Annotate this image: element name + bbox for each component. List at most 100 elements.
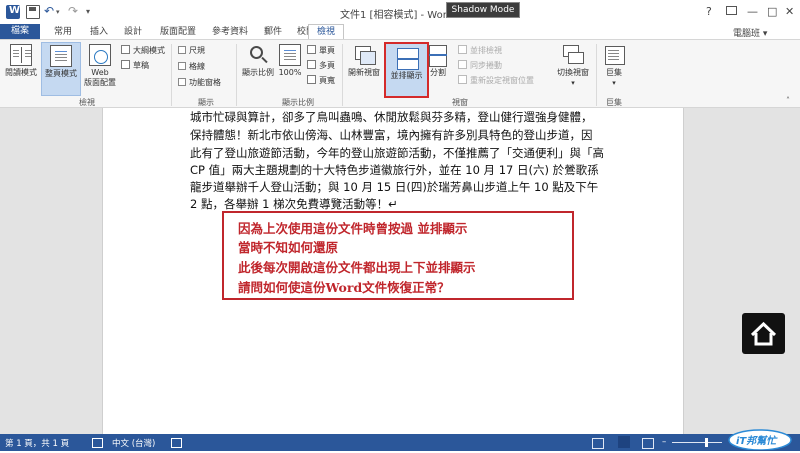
macros-label: 巨集 bbox=[606, 68, 622, 77]
proofing-icon[interactable] bbox=[92, 438, 103, 448]
group-separator bbox=[236, 44, 237, 106]
help-button[interactable]: ? bbox=[706, 5, 712, 18]
one-page-button[interactable]: 單頁 bbox=[307, 45, 335, 56]
question-callout: 因為上次使用這份文件時曾按過 並排顯示 當時不知如何還原 此後每次開啟這份文件都… bbox=[222, 211, 574, 300]
page-count[interactable]: 第 1 頁，共 1 頁 bbox=[5, 437, 69, 449]
zoom-slider-thumb[interactable] bbox=[705, 438, 708, 447]
logo-text: iT邦幫忙 bbox=[736, 436, 777, 447]
customize-qat-icon[interactable]: ▾ bbox=[86, 5, 100, 19]
zoom-out-icon[interactable]: – bbox=[662, 437, 666, 447]
read-mode-status-icon[interactable] bbox=[592, 438, 604, 449]
redo-icon[interactable]: ↷ bbox=[68, 5, 82, 19]
split-label: 分割 bbox=[430, 68, 446, 77]
it-logo: iT邦幫忙 bbox=[728, 428, 792, 451]
print-layout-button[interactable]: 整頁模式 bbox=[41, 42, 81, 96]
macros-button[interactable]: 巨集 ▾ bbox=[600, 44, 628, 88]
tab-mailings[interactable]: 郵件 bbox=[258, 25, 288, 39]
side-by-side-label: 並排檢視 bbox=[470, 46, 502, 55]
title-bar: W ↶ ▾ ↷ ▾ 文件1 [相容模式] - Word Shadow Mode … bbox=[0, 0, 800, 24]
tab-design[interactable]: 設計 bbox=[118, 25, 148, 39]
close-button[interactable]: ✕ bbox=[785, 5, 794, 18]
web-layout-label-1: Web bbox=[91, 68, 109, 77]
gridlines-checkbox[interactable]: 格線 bbox=[178, 61, 205, 72]
group-separator bbox=[171, 44, 172, 106]
tab-home[interactable]: 常用 bbox=[48, 25, 78, 39]
doc-line: 龍步道舉辦千人登山活動；與 10 月 15 日(四)於瑞芳鼻山步道上午 10 點… bbox=[190, 180, 599, 194]
one-page-label: 單頁 bbox=[319, 46, 335, 55]
doc-line: CP 值」兩大主題規劃的十大特色步道徽旅行外，並在 10 月 17 日(六) 於… bbox=[190, 163, 599, 177]
web-layout-button[interactable]: Web 版面配置 bbox=[82, 44, 118, 88]
save-icon[interactable] bbox=[26, 5, 40, 19]
outline-label: 大綱模式 bbox=[133, 46, 165, 55]
web-layout-status-icon[interactable] bbox=[642, 438, 654, 449]
tab-file[interactable]: 檔案 bbox=[0, 24, 40, 39]
language-indicator[interactable]: 中文 (台灣) bbox=[112, 437, 155, 449]
one-page-icon bbox=[307, 45, 316, 54]
arrange-all-label: 並排顯示 bbox=[390, 71, 423, 80]
outline-button[interactable]: 大綱模式 bbox=[121, 45, 165, 56]
web-layout-icon bbox=[89, 44, 111, 66]
switch-windows-dropdown-icon: ▾ bbox=[571, 79, 575, 87]
zoom-button[interactable]: 顯示比例 bbox=[240, 44, 276, 78]
multiple-pages-label: 多頁 bbox=[319, 61, 335, 70]
window-title: 文件1 [相容模式] - Word bbox=[340, 10, 454, 21]
gridlines-label: 格線 bbox=[189, 62, 205, 71]
collapse-ribbon-icon[interactable]: ˄ bbox=[786, 96, 790, 105]
ribbon-display-options-button[interactable] bbox=[726, 5, 737, 18]
ribbon-tabs: 檔案 常用 插入 設計 版面配置 參考資料 郵件 校閱 檢視 電腦班 ▾ bbox=[0, 24, 800, 40]
home-button[interactable] bbox=[742, 313, 785, 354]
maximize-button[interactable]: □ bbox=[767, 5, 777, 18]
tab-insert[interactable]: 插入 bbox=[84, 25, 114, 39]
new-window-icon bbox=[353, 44, 376, 66]
macro-record-icon[interactable] bbox=[171, 438, 182, 448]
split-button[interactable]: 分割 bbox=[426, 44, 450, 78]
nav-pane-checkbox-box bbox=[178, 78, 186, 86]
split-icon bbox=[429, 44, 447, 67]
shadow-mode-label: Shadow Mode bbox=[446, 2, 520, 18]
arrange-all-icon bbox=[396, 47, 419, 70]
sync-scroll-button[interactable]: 同步捲動 bbox=[458, 60, 502, 71]
ruler-label: 尺規 bbox=[189, 46, 205, 55]
read-mode-icon bbox=[10, 44, 32, 66]
switch-windows-icon bbox=[562, 44, 584, 66]
views-group-label: 檢視 bbox=[79, 98, 95, 107]
switch-windows-button[interactable]: 切換視窗 ▾ bbox=[552, 44, 594, 88]
group-separator bbox=[342, 44, 343, 106]
side-by-side-button[interactable]: 並排檢視 bbox=[458, 45, 502, 56]
draft-button[interactable]: 草稿 bbox=[121, 60, 149, 71]
ribbon: 閱讀模式 整頁模式 Web 版面配置 大綱模式 草稿 檢視 尺規 格線 功能窗格… bbox=[0, 39, 800, 108]
reset-window-position-label: 重新設定視窗位置 bbox=[470, 76, 534, 85]
zoom-100-icon bbox=[279, 44, 301, 66]
callout-line: 當時不知如何還原 bbox=[238, 240, 339, 255]
nav-pane-checkbox[interactable]: 功能窗格 bbox=[178, 77, 221, 88]
macros-dropdown-icon: ▾ bbox=[612, 79, 616, 87]
arrange-all-button[interactable]: 並排顯示 bbox=[384, 42, 429, 98]
tab-layout[interactable]: 版面配置 bbox=[154, 25, 202, 39]
doc-line: 城市忙碌與算計，卻多了鳥叫蟲鳴、休閒放鬆與芬多精，登山健行還強身健體， bbox=[190, 110, 593, 124]
ruler-checkbox[interactable]: 尺規 bbox=[178, 45, 205, 56]
new-window-button[interactable]: 開新視窗 bbox=[346, 44, 382, 78]
multiple-pages-button[interactable]: 多頁 bbox=[307, 60, 335, 71]
tab-references[interactable]: 參考資料 bbox=[206, 25, 254, 39]
doc-line: 此有了登山旅遊節活動，今年的登山旅遊節活動，不僅推薦了「交通便利」與「高 bbox=[190, 146, 604, 160]
magnifier-icon bbox=[247, 44, 269, 66]
minimize-button[interactable]: — bbox=[747, 5, 758, 18]
status-bar: 第 1 頁，共 1 頁 中文 (台灣) – iT邦幫忙 bbox=[0, 429, 800, 451]
nav-pane-label: 功能窗格 bbox=[189, 78, 221, 87]
read-mode-button[interactable]: 閱讀模式 bbox=[3, 44, 39, 78]
zoom-slider[interactable] bbox=[672, 442, 722, 443]
word-app-icon[interactable]: W bbox=[6, 5, 20, 19]
read-mode-label: 閱讀模式 bbox=[5, 68, 37, 77]
reset-window-position-icon bbox=[458, 75, 467, 84]
page-width-button[interactable]: 頁寬 bbox=[307, 75, 335, 86]
account-name[interactable]: 電腦班 ▾ bbox=[733, 26, 767, 39]
print-layout-icon bbox=[50, 45, 72, 67]
page-width-icon bbox=[307, 75, 316, 84]
group-separator bbox=[596, 44, 597, 106]
doc-line: 保持體態！新北市依山傍海、山林豐富，境內擁有許多別具特色的登山步道，因 bbox=[190, 128, 593, 142]
zoom-100-button[interactable]: 100% bbox=[276, 44, 304, 78]
zoom-label: 顯示比例 bbox=[242, 68, 274, 77]
tab-view[interactable]: 檢視 bbox=[308, 24, 344, 40]
reset-window-position-button[interactable]: 重新設定視窗位置 bbox=[458, 75, 534, 86]
print-layout-status-icon[interactable] bbox=[618, 436, 630, 448]
